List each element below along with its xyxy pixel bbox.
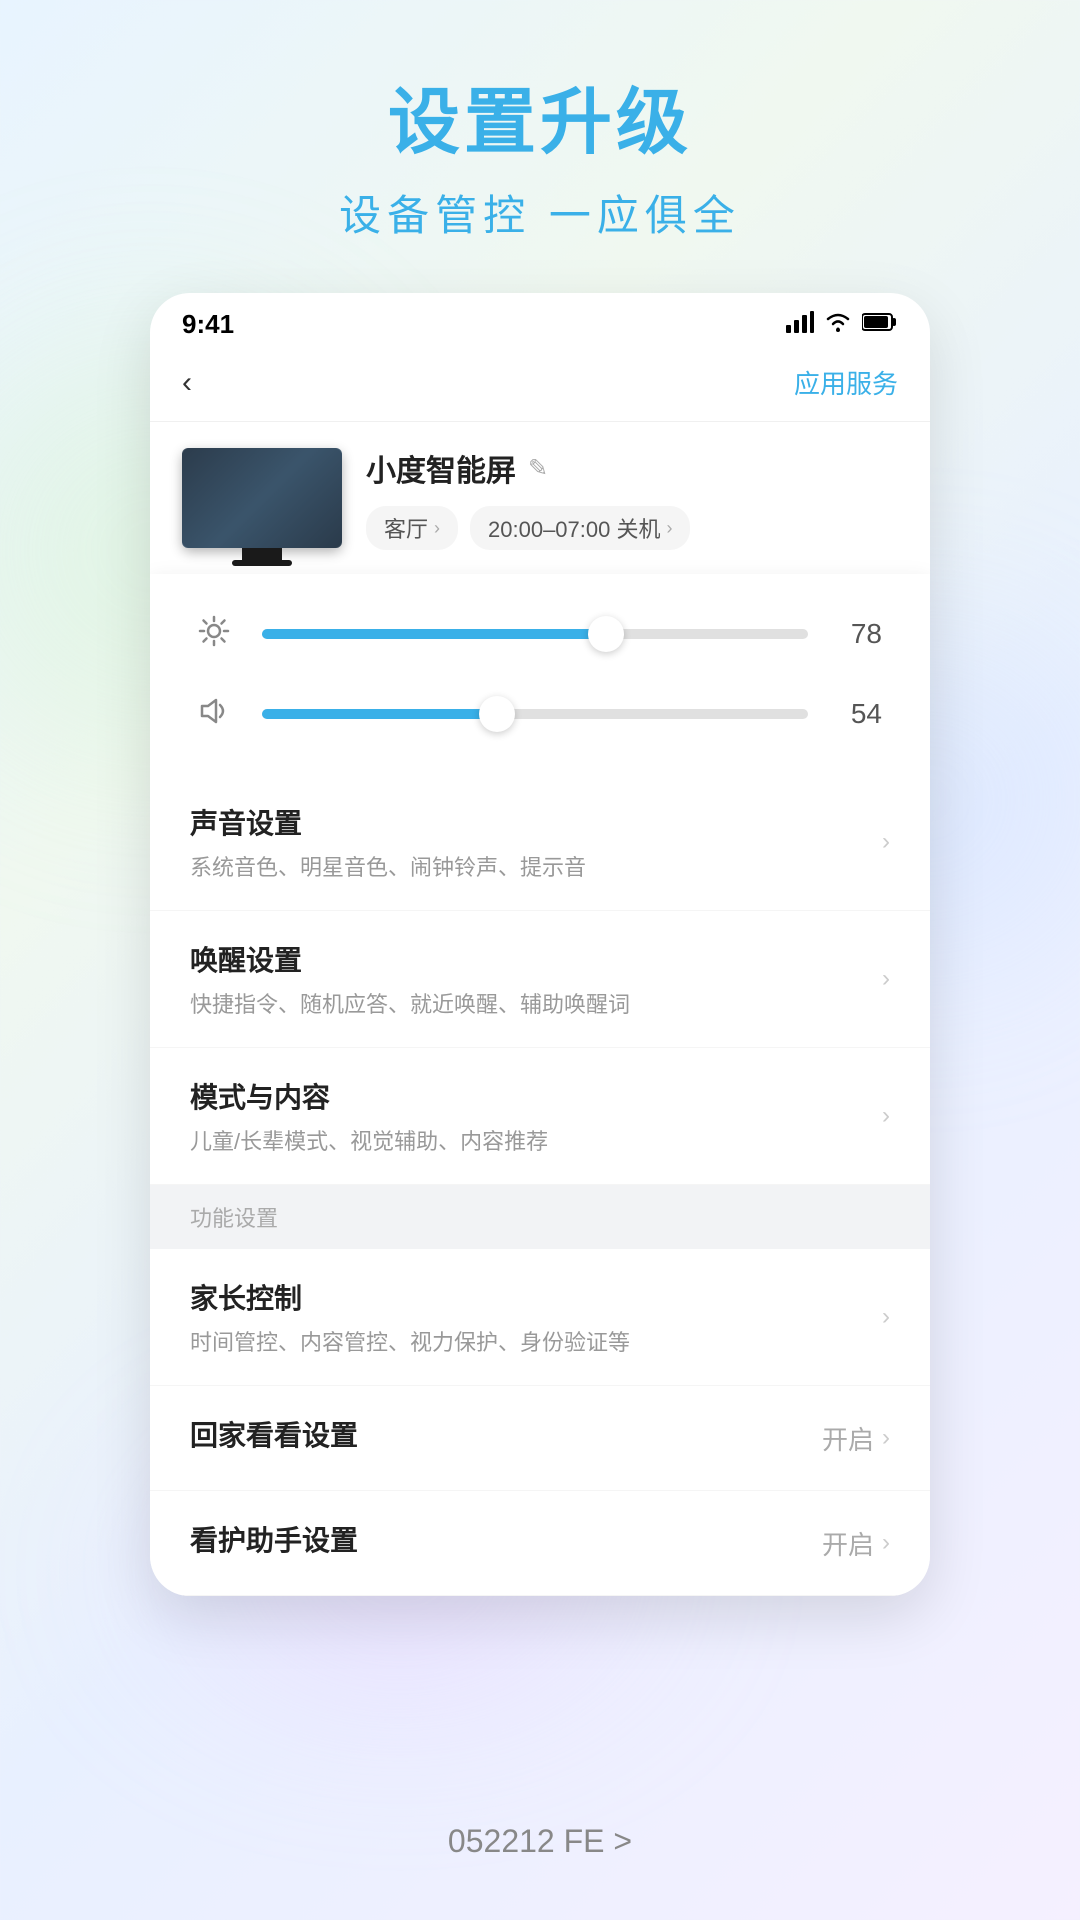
home-chevron-icon: › xyxy=(882,1424,890,1452)
settings-item-sound-title: 声音设置 xyxy=(190,802,882,842)
schedule-chevron-icon: › xyxy=(666,518,672,539)
app-service-button[interactable]: 应用服务 xyxy=(794,364,898,401)
mode-chevron-icon: › xyxy=(882,1102,890,1130)
function-section-label: 功能设置 xyxy=(150,1185,930,1249)
home-status-text: 开启 xyxy=(822,1420,874,1457)
settings-item-wakeup-title: 唤醒设置 xyxy=(190,939,882,979)
sound-chevron-icon: › xyxy=(882,828,890,856)
brightness-slider-row: 78 xyxy=(198,604,882,664)
volume-icon xyxy=(198,695,238,734)
settings-item-parental-content: 家长控制 时间管控、内容管控、视力保护、身份验证等 xyxy=(190,1277,882,1357)
header-section: 设置升级 设备管控 一应俱全 xyxy=(339,0,741,243)
device-name-row: 小度智能屏 ✎ xyxy=(366,446,898,490)
sub-title: 设备管控 一应俱全 xyxy=(339,182,741,243)
settings-item-parental-desc: 时间管控、内容管控、视力保护、身份验证等 xyxy=(190,1325,882,1357)
settings-item-home-title: 回家看看设置 xyxy=(190,1414,822,1454)
settings-item-care-content: 看护助手设置 xyxy=(190,1519,822,1567)
settings-item-sound[interactable]: 声音设置 系统音色、明星音色、闹钟铃声、提示音 › xyxy=(150,774,930,911)
device-name: 小度智能屏 xyxy=(366,446,516,490)
settings-item-home[interactable]: 回家看看设置 开启 › xyxy=(150,1386,930,1491)
schedule-tag[interactable]: 20:00–07:00 关机 › xyxy=(470,506,690,550)
settings-item-mode-content: 模式与内容 儿童/长辈模式、视觉辅助、内容推荐 xyxy=(190,1076,882,1156)
edit-icon[interactable]: ✎ xyxy=(528,454,548,483)
page: 设置升级 设备管控 一应俱全 9:41 xyxy=(0,0,1080,1920)
settings-item-care[interactable]: 看护助手设置 开启 › xyxy=(150,1491,930,1596)
device-tags: 客厅 › 20:00–07:00 关机 › xyxy=(366,506,898,550)
settings-item-wakeup[interactable]: 唤醒设置 快捷指令、随机应答、就近唤醒、辅助唤醒词 › xyxy=(150,911,930,1048)
function-settings-section: 家长控制 时间管控、内容管控、视力保护、身份验证等 › 回家看看设置 开启 › … xyxy=(150,1249,930,1596)
phone-mockup: 9:41 xyxy=(150,293,930,1596)
location-tag[interactable]: 客厅 › xyxy=(366,506,458,550)
settings-item-care-title: 看护助手设置 xyxy=(190,1519,822,1559)
status-bar: 9:41 xyxy=(150,293,930,352)
bottom-text: 052212 FE > xyxy=(448,1823,632,1860)
settings-item-sound-content: 声音设置 系统音色、明星音色、闹钟铃声、提示音 xyxy=(190,802,882,882)
brightness-value: 78 xyxy=(832,618,882,650)
settings-item-care-status: 开启 › xyxy=(822,1525,890,1562)
status-time: 9:41 xyxy=(182,309,234,340)
volume-thumb[interactable] xyxy=(479,696,515,732)
status-icons xyxy=(786,311,898,338)
settings-item-mode-desc: 儿童/长辈模式、视觉辅助、内容推荐 xyxy=(190,1124,882,1156)
care-chevron-icon: › xyxy=(882,1529,890,1557)
settings-item-home-content: 回家看看设置 xyxy=(190,1414,822,1462)
device-tv-thumbnail xyxy=(182,448,342,548)
volume-value: 54 xyxy=(832,698,882,730)
settings-section: 声音设置 系统音色、明星音色、闹钟铃声、提示音 › 唤醒设置 快捷指令、随机应答… xyxy=(150,774,930,1185)
tv-screen xyxy=(182,448,342,548)
parental-chevron-icon: › xyxy=(882,1303,890,1331)
settings-item-wakeup-content: 唤醒设置 快捷指令、随机应答、就近唤醒、辅助唤醒词 xyxy=(190,939,882,1019)
signal-icon xyxy=(786,311,814,338)
settings-item-sound-desc: 系统音色、明星音色、闹钟铃声、提示音 xyxy=(190,850,882,882)
volume-fill xyxy=(262,709,497,719)
battery-icon xyxy=(862,312,898,337)
main-title: 设置升级 xyxy=(339,80,741,166)
settings-item-wakeup-desc: 快捷指令、随机应答、就近唤醒、辅助唤醒词 xyxy=(190,987,882,1019)
settings-item-parental[interactable]: 家长控制 时间管控、内容管控、视力保护、身份验证等 › xyxy=(150,1249,930,1386)
settings-item-home-status: 开启 › xyxy=(822,1420,890,1457)
location-chevron-icon: › xyxy=(434,518,440,539)
care-status-text: 开启 xyxy=(822,1525,874,1562)
wifi-icon xyxy=(824,311,852,338)
nav-bar: ‹ 应用服务 xyxy=(150,352,930,422)
device-info: 小度智能屏 ✎ 客厅 › 20:00–07:00 关机 › xyxy=(366,446,898,550)
volume-slider[interactable] xyxy=(262,694,808,734)
settings-item-mode-title: 模式与内容 xyxy=(190,1076,882,1116)
brightness-track xyxy=(262,629,808,639)
brightness-thumb[interactable] xyxy=(588,616,624,652)
wakeup-chevron-icon: › xyxy=(882,965,890,993)
device-card: 小度智能屏 ✎ 客厅 › 20:00–07:00 关机 › xyxy=(150,422,930,574)
back-button[interactable]: ‹ xyxy=(182,366,192,400)
volume-track xyxy=(262,709,808,719)
brightness-icon xyxy=(198,615,238,654)
volume-slider-row: 54 xyxy=(198,684,882,744)
settings-item-parental-title: 家长控制 xyxy=(190,1277,882,1317)
sliders-card: 78 54 xyxy=(150,574,930,774)
brightness-slider[interactable] xyxy=(262,614,808,654)
settings-item-mode[interactable]: 模式与内容 儿童/长辈模式、视觉辅助、内容推荐 › xyxy=(150,1048,930,1185)
brightness-fill xyxy=(262,629,606,639)
